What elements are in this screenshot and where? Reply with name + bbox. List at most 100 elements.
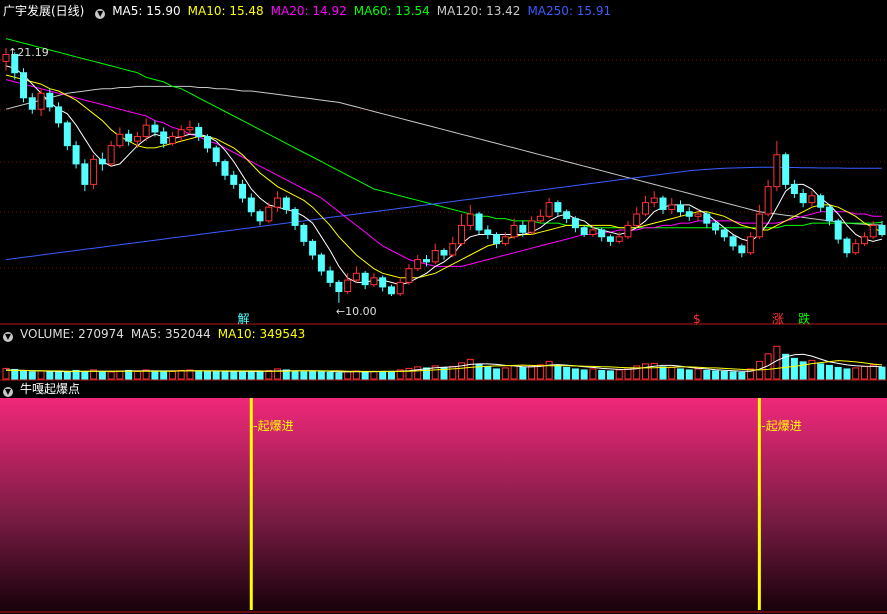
candle-body	[247, 197, 255, 213]
volume-bar	[641, 363, 649, 380]
volume-bar	[55, 371, 63, 380]
signal-marker: 跌	[798, 311, 810, 325]
collapse-toggle-icon[interactable]: ▼	[3, 332, 13, 342]
ma-legend-item-0: MA5: 15.90	[112, 4, 181, 18]
volume-bar	[703, 369, 711, 380]
candle-body	[571, 218, 579, 229]
signal-marker: $	[693, 312, 701, 325]
candle-body	[773, 154, 781, 188]
volume-bar	[195, 370, 203, 380]
volume-bar	[291, 370, 299, 380]
volume-bar	[28, 371, 36, 380]
volume-bar	[335, 372, 343, 380]
candle-body	[274, 197, 282, 208]
candle-body	[799, 193, 807, 204]
candle-body	[133, 136, 141, 142]
volume-bar	[37, 370, 45, 380]
volume-bar	[817, 363, 825, 380]
candle-body	[720, 229, 728, 238]
volume-bar	[361, 371, 369, 380]
candle-body	[186, 126, 194, 131]
candle-body	[177, 129, 185, 138]
volume-bar	[484, 366, 492, 380]
candle-body	[624, 224, 632, 238]
volume-bar	[843, 368, 851, 380]
candle-body	[606, 236, 614, 242]
volume-bar	[825, 364, 833, 380]
volume-bar	[860, 365, 868, 380]
candle-body	[326, 270, 334, 283]
candle-body	[282, 197, 290, 210]
volume-bar	[212, 371, 220, 380]
volume-bar	[20, 370, 28, 380]
candle-body	[379, 277, 387, 288]
signal-marker: 涨	[772, 311, 784, 325]
volume-bar	[659, 366, 667, 380]
volume-bar	[738, 371, 746, 380]
volume-bar	[107, 371, 115, 380]
candle-body	[860, 236, 868, 245]
volume-bar	[326, 371, 334, 380]
volume-bar	[370, 370, 378, 380]
candle-body	[563, 211, 571, 220]
candle-body	[834, 220, 842, 240]
volume-bar	[379, 371, 387, 380]
candle-body	[817, 195, 825, 208]
volume-legend-item-0: VOLUME: 270974	[20, 327, 124, 341]
candle-body	[256, 211, 264, 222]
candle-body	[440, 249, 448, 256]
candle-body	[466, 213, 474, 226]
volume-bar	[422, 367, 430, 380]
price-chart: ↑21.19 ←10.00 解 $ 涨跌	[0, 38, 887, 325]
candle-body	[160, 131, 168, 144]
indicator-chart: -起爆进 -起爆进	[0, 398, 887, 614]
candle-body	[554, 202, 562, 213]
volume-bar	[300, 371, 308, 380]
volume-bar	[81, 370, 89, 380]
ma-legend-item-1: MA10: 15.48	[187, 4, 264, 18]
candle-body	[168, 136, 176, 144]
candle-body	[195, 126, 203, 138]
candle-body	[72, 145, 80, 165]
candle-body	[755, 213, 763, 238]
signal-label: -起爆进	[761, 419, 801, 433]
candle-body	[703, 213, 711, 224]
candle-body	[352, 272, 360, 281]
candle-body	[405, 268, 413, 283]
volume-bar	[177, 369, 185, 380]
volume-bar	[168, 370, 176, 380]
candle-body	[265, 206, 273, 222]
collapse-toggle-icon[interactable]: ▼	[3, 387, 13, 397]
volume-bar	[720, 370, 728, 380]
candle-body	[37, 92, 45, 110]
candle-body	[239, 183, 247, 199]
candle-body	[335, 281, 343, 292]
candle-body	[81, 163, 89, 185]
candle-body	[825, 206, 833, 222]
volume-bar	[387, 370, 395, 380]
candle-body	[782, 154, 790, 185]
volume-bar	[852, 367, 860, 380]
candle-body	[712, 222, 720, 231]
candle-body	[396, 281, 404, 295]
candle-body	[694, 213, 702, 217]
candle-body	[63, 122, 71, 147]
volume-bar	[545, 360, 553, 380]
volume-bar	[519, 366, 527, 380]
ma-legend-item-4: MA120: 13.42	[436, 4, 521, 18]
candle-body	[55, 106, 63, 124]
volume-bar	[125, 369, 133, 380]
indicator-background	[0, 398, 887, 614]
volume-bar	[790, 357, 798, 380]
candle-body	[747, 236, 755, 254]
volume-bar	[309, 370, 317, 380]
candle-body	[764, 186, 772, 215]
candle-body	[317, 254, 325, 272]
volume-bar	[133, 370, 141, 380]
candle-body	[738, 245, 746, 254]
candle-body	[28, 97, 36, 110]
collapse-toggle-icon[interactable]: ▼	[95, 9, 106, 19]
candle-body	[387, 286, 395, 295]
volume-bar	[63, 370, 71, 380]
candle-body	[519, 224, 527, 233]
